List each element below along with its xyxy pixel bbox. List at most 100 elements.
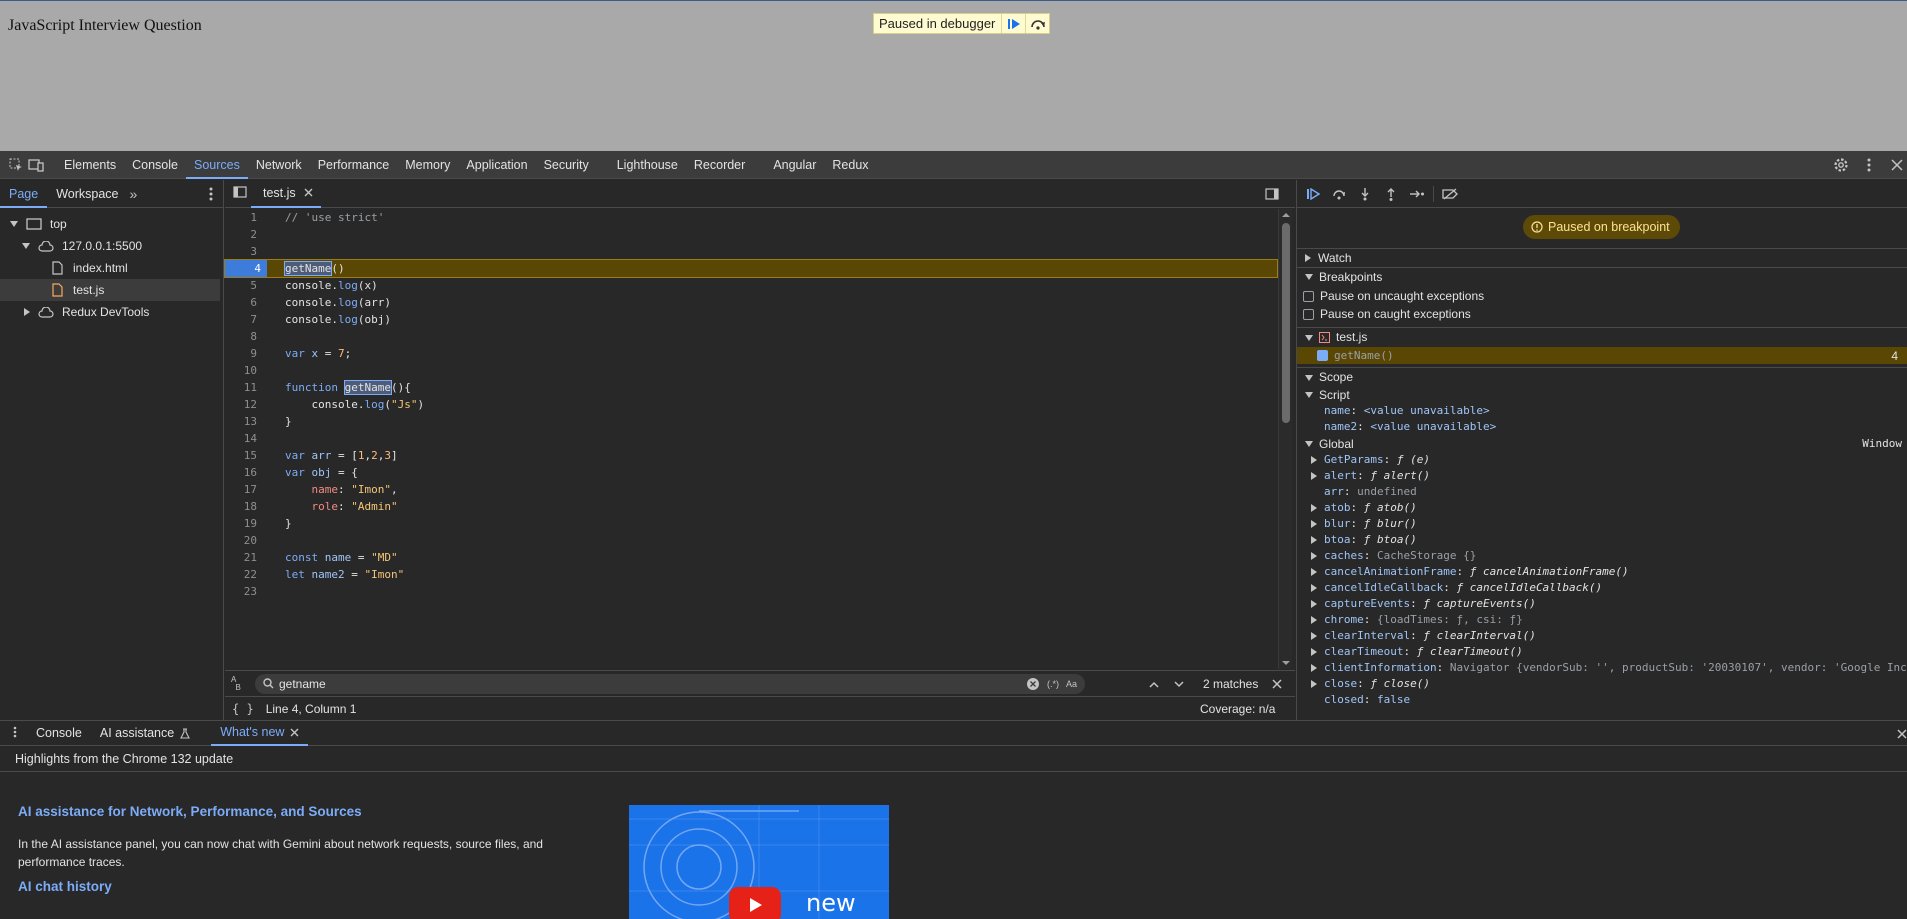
previous-match-icon[interactable] (1149, 681, 1159, 688)
code-line[interactable]: 14 (225, 430, 1277, 447)
global-variable-item[interactable]: cancelIdleCallback: ƒ cancelIdleCallback… (1297, 580, 1907, 596)
script-scope-header[interactable]: Script (1297, 387, 1907, 403)
global-variable-item[interactable]: closed: false (1297, 692, 1907, 708)
code-area[interactable]: 1// 'use strict' 2 3 4 getName() 5 console… (224, 209, 1278, 669)
scope-variable-name[interactable]: name: <value unavailable> (1297, 403, 1907, 419)
editor-scrollbar[interactable] (1278, 209, 1292, 669)
tab-angular[interactable]: Angular (765, 151, 824, 179)
execution-line[interactable]: 4 getName() (224, 259, 1278, 278)
code-line[interactable]: 6 console.log(arr) (225, 294, 1277, 311)
line-number[interactable]: 3 (225, 243, 263, 260)
code-line[interactable]: 22 let name2 = "Imon" (225, 566, 1277, 583)
breakpoint-checkbox[interactable] (1317, 350, 1328, 361)
tree-item-top[interactable]: top (10, 213, 67, 235)
tab-elements[interactable]: Elements (56, 151, 124, 179)
resume-icon[interactable] (1303, 184, 1323, 204)
line-number[interactable]: 11 (225, 379, 263, 396)
line-number[interactable]: 2 (225, 226, 263, 243)
navigator-menu-icon[interactable] (209, 187, 213, 204)
device-toolbar-icon[interactable] (26, 155, 46, 175)
global-variable-item[interactable]: chrome: {loadTimes: ƒ, csi: ƒ} (1297, 612, 1907, 628)
resume-icon[interactable] (1001, 14, 1025, 33)
scope-variable-name2[interactable]: name2: <value unavailable> (1297, 419, 1907, 435)
code-line[interactable]: 13} (225, 413, 1277, 430)
code-line[interactable]: 9 var x = 7; (225, 345, 1277, 362)
global-variable-item[interactable]: atob: ƒ atob() (1297, 500, 1907, 516)
close-search-icon[interactable] (1272, 679, 1282, 689)
drawer-tab-ai-assistance[interactable]: AI assistance (91, 720, 199, 746)
code-line[interactable]: 8 (225, 328, 1277, 345)
scope-section-header[interactable]: Scope (1297, 367, 1907, 387)
settings-gear-icon[interactable] (1831, 155, 1851, 175)
tree-item-index-html[interactable]: index.html (52, 257, 128, 279)
code-line[interactable]: 20 (225, 532, 1277, 549)
code-line[interactable]: 10 (225, 362, 1277, 379)
step-over-icon[interactable] (1025, 14, 1049, 33)
watch-section-header[interactable]: Watch (1297, 248, 1907, 267)
code-line[interactable]: 5 console.log(x) (225, 277, 1277, 294)
line-number[interactable]: 1 (225, 209, 263, 226)
code-line[interactable]: 18 role: "Admin" (225, 498, 1277, 515)
line-number[interactable]: 17 (225, 481, 263, 498)
line-number[interactable]: 9 (225, 345, 263, 362)
code-line[interactable]: 15 var arr = [1,2,3] (225, 447, 1277, 464)
search-input[interactable]: getname (.*) Aa (255, 674, 1085, 694)
whats-new-subtitle[interactable]: AI chat history (18, 879, 112, 894)
scroll-down-icon[interactable] (1282, 660, 1290, 666)
global-variable-item[interactable]: alert: ƒ alert() (1297, 468, 1907, 484)
clear-search-icon[interactable] (1027, 678, 1039, 690)
tree-item-redux-devtools[interactable]: Redux DevTools (24, 301, 149, 323)
tab-security[interactable]: Security (536, 151, 597, 179)
drawer-tab-whats-new[interactable]: What's new (211, 720, 309, 746)
pause-caught-checkbox[interactable]: Pause on caught exceptions (1297, 306, 1907, 322)
more-tabs-chevron-icon[interactable]: » (130, 186, 138, 202)
tab-page[interactable]: Page (0, 180, 48, 208)
step-out-icon[interactable] (1381, 184, 1401, 204)
line-number[interactable]: 18 (225, 498, 263, 515)
tab-redux[interactable]: Redux (824, 151, 876, 179)
line-number[interactable]: 7 (225, 311, 263, 328)
whats-new-video-thumbnail[interactable]: new (629, 805, 889, 919)
line-number[interactable]: 20 (225, 532, 263, 549)
regex-toggle-icon[interactable]: (.*) (1047, 674, 1059, 694)
pretty-print-icon[interactable]: { } (232, 702, 254, 716)
global-variable-item[interactable]: clearInterval: ƒ clearInterval() (1297, 628, 1907, 644)
line-number[interactable]: 21 (225, 549, 263, 566)
replace-toggle-icon[interactable]: A B (231, 676, 241, 692)
tab-recorder[interactable]: Recorder (686, 151, 753, 179)
line-number[interactable]: 15 (225, 447, 263, 464)
tab-console[interactable]: Console (124, 151, 186, 179)
breakpoints-section-header[interactable]: Breakpoints (1297, 267, 1907, 286)
drawer-tab-console[interactable]: Console (27, 720, 91, 746)
breakpoint-line-number[interactable]: 4 (225, 260, 267, 277)
scrollbar-thumb[interactable] (1282, 223, 1290, 423)
global-variable-item[interactable]: clientInformation: Navigator {vendorSub:… (1297, 660, 1907, 676)
match-case-icon[interactable]: Aa (1066, 674, 1077, 694)
tab-memory[interactable]: Memory (397, 151, 458, 179)
code-line[interactable]: 17 name: "Imon", (225, 481, 1277, 498)
close-drawer-icon[interactable] (1897, 728, 1907, 742)
checkbox[interactable] (1303, 308, 1314, 320)
next-match-icon[interactable] (1174, 681, 1184, 688)
line-number[interactable]: 16 (225, 464, 263, 481)
global-variable-item[interactable]: clearTimeout: ƒ clearTimeout() (1297, 644, 1907, 660)
global-variable-item[interactable]: close: ƒ close() (1297, 676, 1907, 692)
scroll-up-icon[interactable] (1282, 212, 1290, 218)
global-variable-item[interactable]: blur: ƒ blur() (1297, 516, 1907, 532)
close-tab-icon[interactable] (304, 188, 313, 197)
file-tab-test-js[interactable]: test.js (251, 180, 321, 208)
tab-lighthouse[interactable]: Lighthouse (609, 151, 686, 179)
code-line[interactable]: 16 var obj = { (225, 464, 1277, 481)
line-number[interactable]: 6 (225, 294, 263, 311)
more-options-icon[interactable] (1859, 155, 1879, 175)
close-devtools-icon[interactable] (1887, 155, 1907, 175)
global-variable-item[interactable]: GetParams: ƒ (e) (1297, 452, 1907, 468)
tab-workspace[interactable]: Workspace (47, 180, 127, 208)
line-number[interactable]: 12 (225, 396, 263, 413)
line-number[interactable]: 19 (225, 515, 263, 532)
code-line[interactable]: 3 (225, 243, 1277, 260)
code-line[interactable]: 7 console.log(obj) (225, 311, 1277, 328)
pause-uncaught-checkbox[interactable]: Pause on uncaught exceptions (1297, 288, 1907, 304)
deactivate-breakpoints-icon[interactable] (1440, 184, 1460, 204)
drawer-menu-icon[interactable] (13, 726, 17, 741)
